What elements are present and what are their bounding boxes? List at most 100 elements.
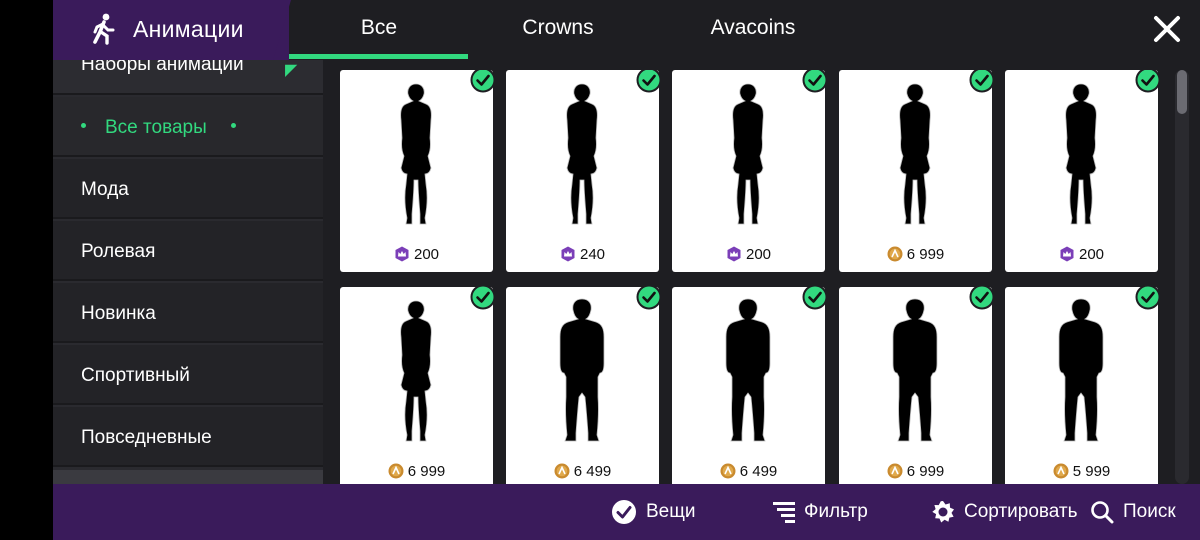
active-dot-icon [81, 123, 86, 128]
category-sidebar: Наборы анимации ◤ Все товары Мода Ролева… [53, 60, 323, 484]
animation-preview-silhouette [566, 83, 598, 225]
crown-currency-icon [561, 246, 575, 262]
animation-card[interactable]: 5 999 [1005, 284, 1161, 484]
price-tag: 200 [340, 246, 493, 263]
sidebar-item-label: Все товары [105, 117, 207, 138]
owned-check-icon [802, 284, 828, 310]
price-value: 6 999 [906, 246, 945, 263]
owned-check-icon [470, 284, 496, 310]
sidebar-item-roleplay[interactable]: Ролевая [53, 221, 323, 281]
items-label: Вещи [646, 501, 696, 522]
search-button[interactable]: Поиск [1090, 484, 1176, 540]
animation-card[interactable]: 6 999 [839, 70, 995, 272]
sidebar-item-fashion[interactable]: Мода [53, 159, 323, 219]
animation-card[interactable]: 6 499 [506, 284, 662, 484]
animation-preview-silhouette [899, 83, 931, 225]
top-bar: Анимации Все Crowns Avacoins [53, 0, 1200, 60]
tab-crowns[interactable]: Crowns [498, 16, 618, 40]
owned-check-icon [470, 70, 496, 93]
scrollbar-thumb[interactable] [1177, 70, 1187, 114]
filter-icon [773, 502, 795, 523]
crown-currency-icon [1060, 246, 1074, 262]
price-tag: 240 [506, 246, 659, 263]
animation-card[interactable]: 200 [340, 70, 496, 272]
avacoin-icon [388, 463, 404, 479]
active-tab-indicator [289, 54, 468, 59]
avacoin-icon [720, 463, 736, 479]
owned-check-icon [969, 284, 995, 310]
owned-check-icon [1135, 284, 1161, 310]
title-block: Анимации [53, 0, 291, 60]
owned-check-icon [1135, 70, 1161, 93]
crown-currency-icon [395, 246, 409, 262]
search-label: Поиск [1123, 501, 1176, 522]
collapse-arrow-icon: ◤ [285, 62, 298, 79]
tab-all[interactable]: Все [289, 16, 469, 40]
price-tag: 200 [1005, 246, 1158, 263]
animation-card[interactable]: 6 499 [672, 284, 828, 484]
avacoin-icon [554, 463, 570, 479]
crown-currency-icon [727, 246, 741, 262]
animation-preview-silhouette [1058, 298, 1104, 442]
bottom-toolbar: Вещи Фильтр Сортировать Поиск [53, 484, 1200, 540]
filter-button[interactable]: Фильтр [773, 484, 868, 540]
animation-preview-silhouette [732, 83, 764, 225]
active-dot-icon [231, 123, 236, 128]
price-value: 6 499 [573, 463, 612, 480]
price-tag: 200 [672, 246, 825, 263]
price-value: 6 499 [739, 463, 778, 480]
animation-card[interactable]: 6 999 [839, 284, 995, 484]
sort-gear-icon [932, 501, 954, 523]
price-value: 200 [1078, 246, 1105, 263]
price-tag: 6 499 [506, 463, 659, 480]
price-value: 200 [745, 246, 772, 263]
sidebar-item-sport[interactable]: Спортивный [53, 345, 323, 405]
animation-preview-silhouette [400, 300, 432, 442]
owned-check-icon [969, 70, 995, 93]
sidebar-next-item[interactable] [53, 470, 323, 484]
owned-check-icon [636, 70, 662, 93]
scrollbar-track[interactable] [1175, 70, 1189, 484]
sidebar-section-title: Наборы анимации [81, 60, 244, 75]
price-tag: 6 999 [839, 246, 992, 263]
owned-check-icon [636, 284, 662, 310]
sidebar-item-label: Мода [81, 179, 129, 200]
walking-person-icon [93, 13, 115, 45]
price-tag: 6 999 [839, 463, 992, 480]
avacoin-icon [887, 463, 903, 479]
item-grid: 200 240 200 6 999 200 6 999 6 499 6 499 6 999 5 9… [340, 70, 1170, 484]
close-icon[interactable] [1151, 13, 1183, 45]
animation-card[interactable]: 240 [506, 70, 662, 272]
owned-check-icon [802, 70, 828, 93]
sort-button[interactable]: Сортировать [931, 484, 1078, 540]
animation-preview-silhouette [892, 298, 938, 442]
animation-preview-silhouette [1065, 83, 1097, 225]
animation-card[interactable]: 6 999 [340, 284, 496, 484]
price-tag: 5 999 [1005, 463, 1158, 480]
sidebar-item-label: Повседневные [81, 427, 212, 448]
price-value: 6 999 [906, 463, 945, 480]
sidebar-section-header[interactable]: Наборы анимации ◤ [53, 60, 323, 95]
check-circle-icon [612, 500, 636, 524]
animation-preview-silhouette [400, 83, 432, 225]
sidebar-item-label: Ролевая [81, 241, 156, 262]
avacoin-icon [1053, 463, 1069, 479]
price-tag: 6 999 [340, 463, 493, 480]
animation-card[interactable]: 200 [672, 70, 828, 272]
sort-label: Сортировать [964, 501, 1078, 522]
filter-label: Фильтр [804, 501, 868, 522]
sidebar-item-all[interactable]: Все товары [53, 97, 323, 157]
sidebar-item-casual[interactable]: Повседневные [53, 407, 323, 467]
shop-window: Анимации Все Crowns Avacoins Наборы аним… [53, 0, 1200, 540]
price-value: 5 999 [1072, 463, 1111, 480]
animation-card[interactable]: 200 [1005, 70, 1161, 272]
sidebar-item-label: Спортивный [81, 365, 190, 386]
search-icon [1091, 501, 1114, 524]
tab-avacoins[interactable]: Avacoins [678, 16, 828, 40]
sidebar-item-new[interactable]: Новинка [53, 283, 323, 343]
avacoin-icon [887, 246, 903, 262]
items-button[interactable]: Вещи [611, 484, 696, 540]
price-value: 6 999 [407, 463, 446, 480]
sidebar-item-label: Новинка [81, 303, 156, 324]
page-title: Анимации [133, 16, 244, 42]
